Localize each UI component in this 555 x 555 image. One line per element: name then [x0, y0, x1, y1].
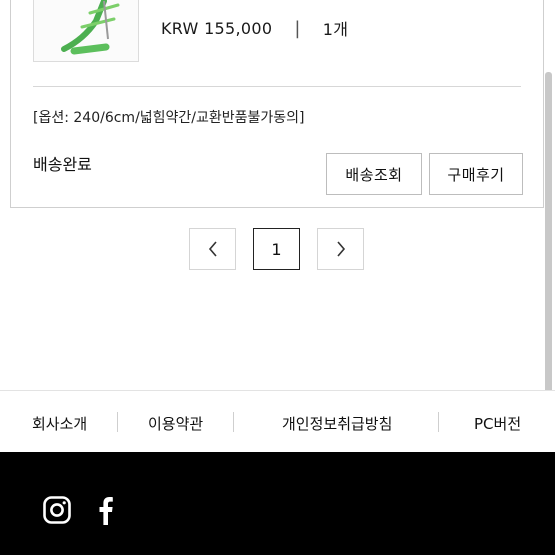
facebook-icon[interactable] — [96, 495, 114, 525]
footer-social-bar — [0, 452, 555, 555]
scrollbar[interactable] — [545, 72, 552, 397]
next-page-button[interactable] — [317, 228, 364, 270]
product-thumbnail[interactable] — [33, 0, 139, 62]
footer-divider — [117, 412, 118, 432]
chevron-right-icon — [336, 241, 345, 257]
green-sandal-image — [34, 0, 138, 61]
footer-link-terms[interactable]: 이용약관 — [148, 413, 203, 434]
footer-divider — [233, 412, 234, 432]
price-quantity-row: KRW 155,000 | 1개 — [161, 16, 348, 40]
write-review-button[interactable]: 구매후기 — [429, 153, 523, 195]
prev-page-button[interactable] — [189, 228, 236, 270]
product-option: [옵션: 240/6cm/넓힘약간/교환반품불가동의] — [33, 110, 305, 126]
product-quantity: 1개 — [322, 20, 349, 39]
footer-divider — [438, 412, 439, 432]
product-price: KRW 155,000 — [161, 18, 273, 38]
price-separator: | — [294, 17, 301, 39]
divider — [33, 86, 521, 87]
delivery-status: 배송완료 — [33, 155, 92, 174]
chevron-left-icon — [208, 241, 217, 257]
footer-link-pc-version[interactable]: PC버전 — [474, 413, 521, 434]
order-card: KRW 155,000 | 1개 [옵션: 240/6cm/넓힘약간/교환반품불… — [10, 0, 544, 208]
footer-links: 회사소개 이용약관 개인정보취급방침 PC버전 — [0, 390, 555, 452]
track-delivery-button[interactable]: 배송조회 — [326, 153, 422, 195]
page-1-button[interactable]: 1 — [253, 228, 300, 270]
footer-link-company[interactable]: 회사소개 — [32, 413, 87, 434]
footer-link-privacy[interactable]: 개인정보취급방침 — [282, 413, 392, 434]
instagram-icon[interactable] — [42, 495, 72, 525]
pagination: 1 — [189, 228, 364, 270]
